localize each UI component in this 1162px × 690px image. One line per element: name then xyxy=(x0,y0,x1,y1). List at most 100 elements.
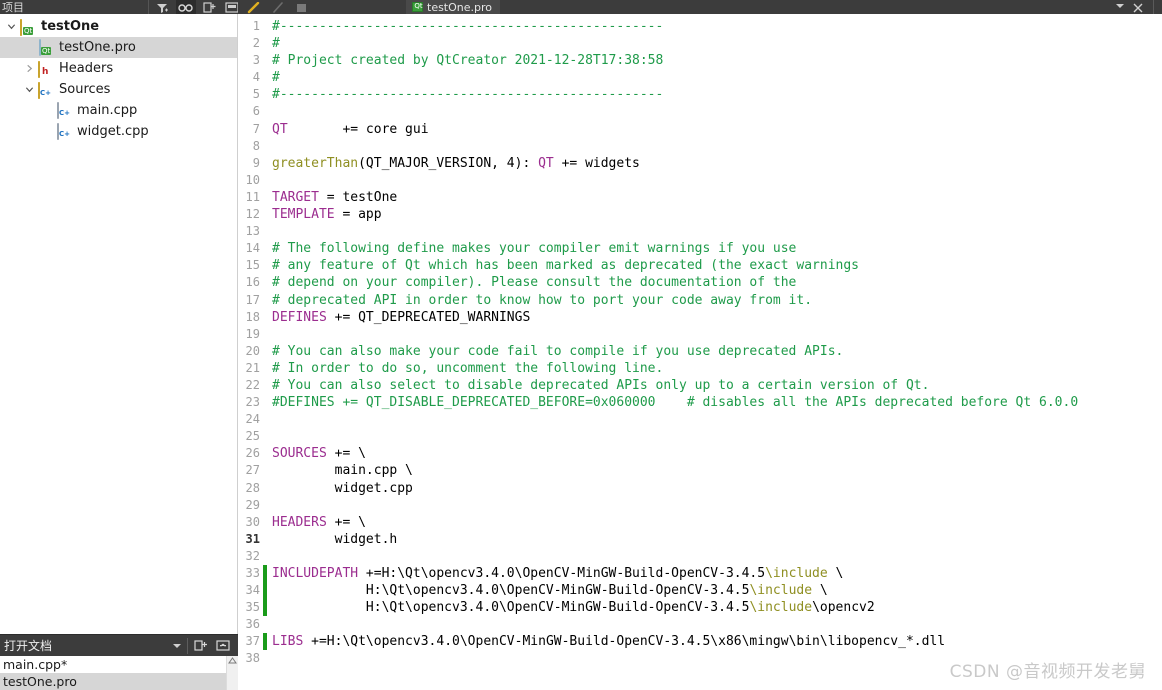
code-line[interactable]: 29 xyxy=(239,497,1162,514)
chevron-right-icon[interactable] xyxy=(20,64,38,73)
line-number: 8 xyxy=(252,138,260,153)
forward-icon[interactable] xyxy=(266,0,290,14)
headers-folder-icon xyxy=(38,60,54,78)
code-line[interactable]: 23 #DEFINES += QT_DISABLE_DEPRECATED_BEFO… xyxy=(239,394,1162,411)
code-line[interactable]: 26 SOURCES += \ xyxy=(239,445,1162,462)
code-line[interactable]: 33 INCLUDEPATH +=H:\Qt\opencv3.4.0\OpenCV… xyxy=(239,565,1162,583)
line-number: 31 xyxy=(245,531,260,546)
code-line[interactable]: 5 #--------------------------------------… xyxy=(239,86,1162,103)
line-number: 34 xyxy=(245,583,260,598)
code-line[interactable]: 20 # You can also make your code fail to … xyxy=(239,343,1162,360)
close-view-icon[interactable] xyxy=(214,638,232,654)
code-line[interactable]: 18 DEFINES += QT_DEPRECATED_WARNINGS xyxy=(239,309,1162,326)
code-line[interactable]: 36 xyxy=(239,616,1162,633)
code-line[interactable]: 25 xyxy=(239,428,1162,445)
code-line[interactable]: 22 # You can also select to disable depre… xyxy=(239,377,1162,394)
line-number: 20 xyxy=(245,343,260,358)
code-text: # depend on your compiler). Please consu… xyxy=(272,275,797,291)
line-number: 24 xyxy=(245,412,260,427)
add-split-icon[interactable] xyxy=(200,0,220,14)
stop-icon[interactable] xyxy=(290,0,314,14)
code-editor[interactable]: 1 #--------------------------------------… xyxy=(239,14,1162,690)
open-documents-scrollbar[interactable] xyxy=(226,656,238,690)
line-number: 2 xyxy=(252,36,260,51)
code-line[interactable]: 19 xyxy=(239,326,1162,343)
projects-view-selector[interactable]: 项目 xyxy=(0,2,24,13)
close-icon[interactable] xyxy=(1132,1,1144,13)
code-line[interactable]: 30 HEADERS += \ xyxy=(239,514,1162,531)
code-content[interactable]: 1 #--------------------------------------… xyxy=(239,14,1162,668)
open-document-item[interactable]: testOne.pro xyxy=(0,673,238,690)
code-line[interactable]: 31 widget.h xyxy=(239,531,1162,548)
code-line[interactable]: 12 TEMPLATE = app xyxy=(239,206,1162,223)
line-number: 33 xyxy=(245,566,260,580)
code-line[interactable]: 2 # xyxy=(239,35,1162,52)
editor-tab-testone-pro[interactable]: testOne.pro xyxy=(406,0,501,14)
line-number: 4 xyxy=(252,70,260,85)
toolbar-divider xyxy=(148,0,149,14)
code-line[interactable]: 1 #--------------------------------------… xyxy=(239,18,1162,35)
line-number: 22 xyxy=(245,377,260,392)
tree-item-label: main.cpp xyxy=(77,103,138,118)
chevron-down-icon[interactable] xyxy=(173,644,181,648)
code-line[interactable]: 7 QT += core gui xyxy=(239,121,1162,138)
code-text: # You can also make your code fail to co… xyxy=(272,343,844,359)
code-line[interactable]: 8 xyxy=(239,138,1162,155)
code-line[interactable]: 4 # xyxy=(239,69,1162,86)
tree-item-main-cpp[interactable]: main.cpp xyxy=(0,100,237,121)
line-number: 1 xyxy=(252,19,260,33)
code-line[interactable]: 14 # The following define makes your comp… xyxy=(239,240,1162,257)
code-line[interactable]: 28 widget.cpp xyxy=(239,480,1162,497)
code-line[interactable]: 9 greaterThan(QT_MAJOR_VERSION, 4): QT +=… xyxy=(239,155,1162,172)
open-documents-title[interactable]: 打开文档 xyxy=(0,639,52,653)
code-text: INCLUDEPATH +=H:\Qt\opencv3.4.0\OpenCV-M… xyxy=(272,566,844,581)
tree-item-widget-cpp[interactable]: widget.cpp xyxy=(0,121,237,142)
code-line[interactable]: 3 # Project created by QtCreator 2021-12-… xyxy=(239,52,1162,69)
tree-item-testone[interactable]: testOne xyxy=(0,16,237,37)
link-with-editor-icon[interactable] xyxy=(176,0,196,14)
bookmark-icon[interactable] xyxy=(242,0,266,14)
tree-item-testone-pro[interactable]: testOne.pro xyxy=(0,37,237,58)
chevron-down-icon[interactable] xyxy=(2,22,20,31)
editor-toolbar: testOne.pro xyxy=(238,0,1162,14)
code-line[interactable]: 17 # deprecated API in order to know how … xyxy=(239,292,1162,309)
code-text: LIBS +=H:\Qt\opencv3.4.0\OpenCV-MinGW-Bu… xyxy=(272,634,946,650)
open-documents-list[interactable]: main.cpp* testOne.pro xyxy=(0,656,238,690)
code-line[interactable]: 21 # In order to do so, uncomment the fol… xyxy=(239,360,1162,377)
code-line[interactable]: 15 # any feature of Qt which has been mar… xyxy=(239,257,1162,274)
code-line[interactable]: 13 xyxy=(239,223,1162,240)
code-text: main.cpp \ xyxy=(272,463,413,479)
open-document-item[interactable]: main.cpp* xyxy=(0,656,238,673)
code-line[interactable]: 35 H:\Qt\opencv3.4.0\OpenCV-MinGW-Build-… xyxy=(239,599,1162,617)
code-line[interactable]: 34 H:\Qt\opencv3.4.0\OpenCV-MinGW-Build-… xyxy=(239,582,1162,600)
line-number: 27 xyxy=(245,463,260,478)
line-number: 9 xyxy=(252,155,260,170)
line-number: 26 xyxy=(245,446,260,461)
tree-item-headers[interactable]: Headers xyxy=(0,58,237,79)
code-line[interactable]: 37 LIBS +=H:\Qt\opencv3.4.0\OpenCV-MinGW-… xyxy=(239,633,1162,651)
code-text: SOURCES += \ xyxy=(272,446,366,462)
code-text: # Project created by QtCreator 2021-12-2… xyxy=(272,53,664,69)
tree-item-label: Headers xyxy=(59,61,114,76)
code-text: DEFINES += QT_DEPRECATED_WARNINGS xyxy=(272,309,531,325)
filter-icon[interactable] xyxy=(152,0,172,14)
code-line[interactable]: 11 TARGET = testOne xyxy=(239,189,1162,206)
code-text: TEMPLATE = app xyxy=(272,207,382,223)
cpp-file-icon xyxy=(56,101,72,119)
code-line[interactable]: 6 xyxy=(239,103,1162,120)
project-tree[interactable]: testOne testOne.pro Headers Sources main.cpp… xyxy=(0,14,237,142)
add-view-icon[interactable] xyxy=(192,638,210,654)
tree-item-sources[interactable]: Sources xyxy=(0,79,237,100)
code-line[interactable]: 32 xyxy=(239,548,1162,565)
chevron-down-icon[interactable] xyxy=(1116,4,1124,8)
code-line[interactable]: 24 xyxy=(239,411,1162,428)
code-line[interactable]: 16 # depend on your compiler). Please con… xyxy=(239,274,1162,291)
chevron-down-icon[interactable] xyxy=(20,85,38,94)
qt-project-icon xyxy=(20,18,36,36)
code-line[interactable]: 27 main.cpp \ xyxy=(239,462,1162,479)
code-line[interactable]: 10 xyxy=(239,172,1162,189)
